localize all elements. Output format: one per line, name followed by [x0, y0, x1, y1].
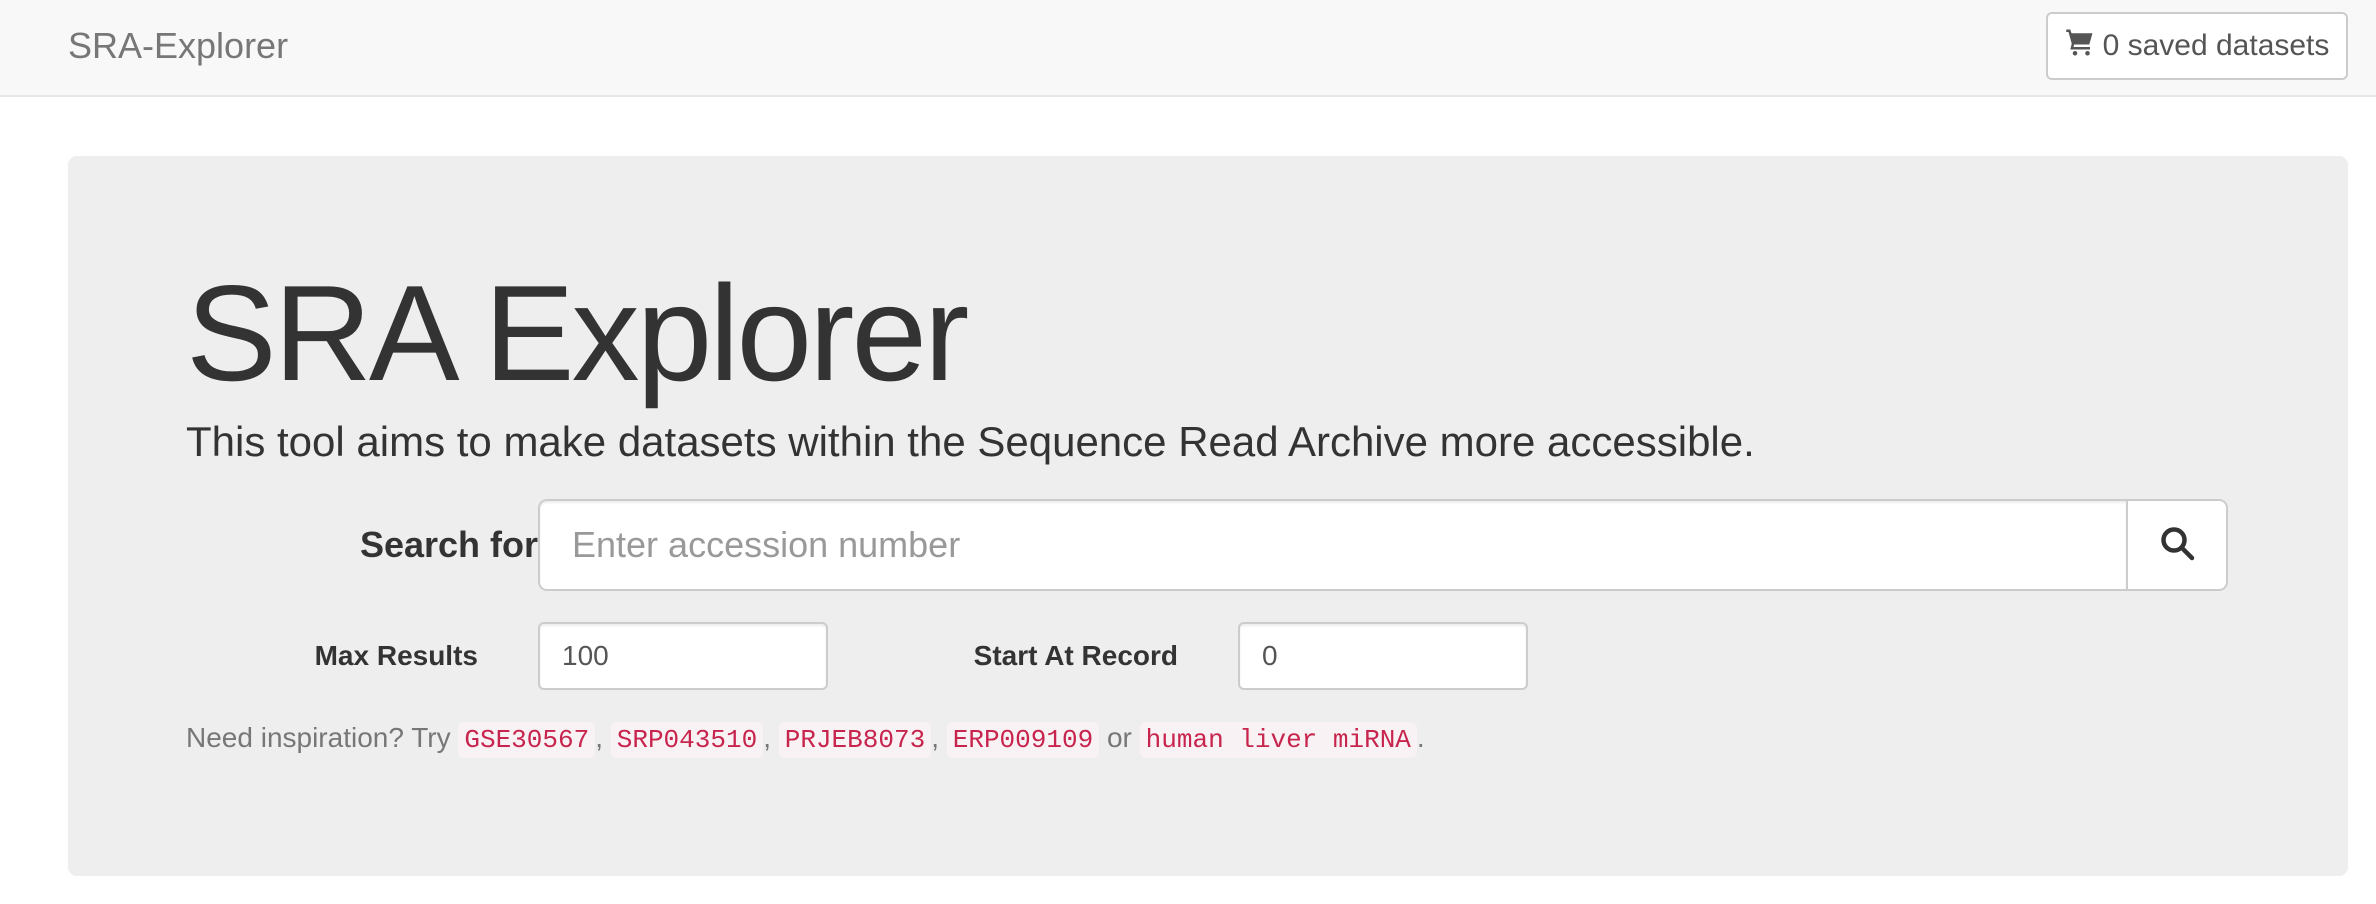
separator: or	[1106, 722, 1132, 753]
navbar: SRA-Explorer 0 saved datasets	[0, 0, 2376, 97]
inspiration-text: Need inspiration? Try GSE30567, SRP04351…	[186, 718, 1425, 760]
inspiration-prefix: Need inspiration? Try	[186, 722, 451, 753]
separator: ,	[931, 722, 939, 753]
start-at-record-label: Start At Record	[973, 640, 1178, 671]
saved-datasets-button[interactable]: 0 saved datasets	[2046, 12, 2348, 80]
separator: ,	[595, 722, 603, 753]
search-button[interactable]	[2126, 499, 2228, 591]
max-results-input[interactable]	[538, 622, 828, 690]
max-results-label: Max Results	[314, 640, 478, 671]
shopping-cart-icon	[2065, 27, 2095, 65]
search-label: Search for:	[359, 524, 550, 565]
example-link[interactable]: human liver miRNA	[1139, 722, 1417, 758]
search-input[interactable]	[538, 499, 2126, 591]
separator: .	[1416, 722, 1425, 753]
example-link[interactable]: GSE30567	[458, 722, 596, 758]
start-at-record-input[interactable]	[1238, 622, 1528, 690]
saved-datasets-label: 0 saved datasets	[2102, 29, 2330, 62]
search-group	[538, 499, 2228, 591]
jumbotron: SRA Explorer This tool aims to make data…	[68, 156, 2348, 876]
separator: ,	[763, 722, 771, 753]
example-link[interactable]: PRJEB8073	[778, 722, 932, 758]
example-link[interactable]: ERP009109	[946, 722, 1100, 758]
page-title: SRA Explorer	[186, 257, 969, 409]
example-link[interactable]: SRP043510	[610, 722, 764, 758]
search-icon	[2159, 525, 2195, 566]
brand-link[interactable]: SRA-Explorer	[68, 24, 288, 68]
lead-text: This tool aims to make datasets within t…	[186, 418, 1755, 465]
